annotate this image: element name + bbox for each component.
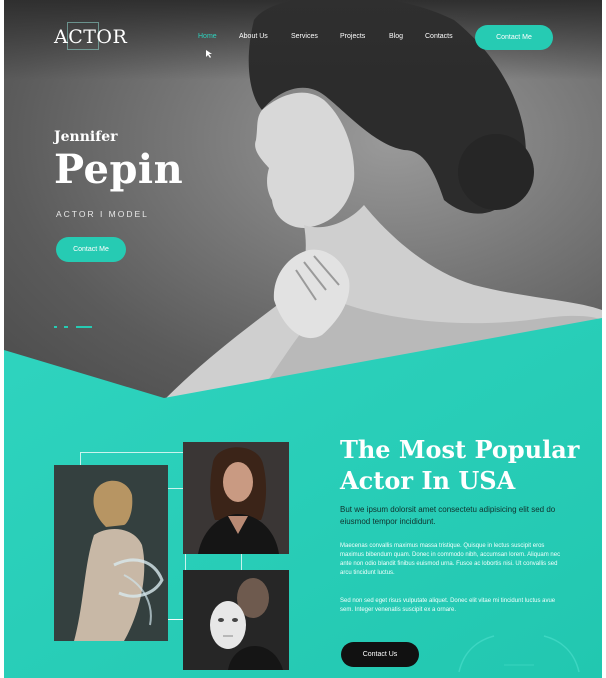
about-section: The Most Popular Actor In USA But we ips… (4, 0, 602, 678)
about-paragraph-1: Maecenas convallis maximus massa tristiq… (340, 543, 561, 576)
about-heading-line2: Actor In USA (340, 466, 516, 495)
photo-dancer (54, 465, 168, 641)
about-paragraph-2: Sed non sed eget risus vulputate aliquet… (340, 598, 556, 613)
mouse-cursor-icon (206, 50, 212, 58)
about-heading: The Most Popular Actor In USA (340, 434, 580, 496)
contact-us-button[interactable]: Contact Us (341, 642, 419, 667)
page: ACTOR Home About Us Services Projects Bl… (4, 0, 602, 678)
about-heading-line1: The Most Popular (340, 435, 580, 464)
photo-woman-portrait (183, 442, 289, 554)
photo-man-with-mask (183, 570, 289, 670)
about-lead-text: But we ipsum dolorsit amet consectetu ad… (340, 505, 556, 526)
